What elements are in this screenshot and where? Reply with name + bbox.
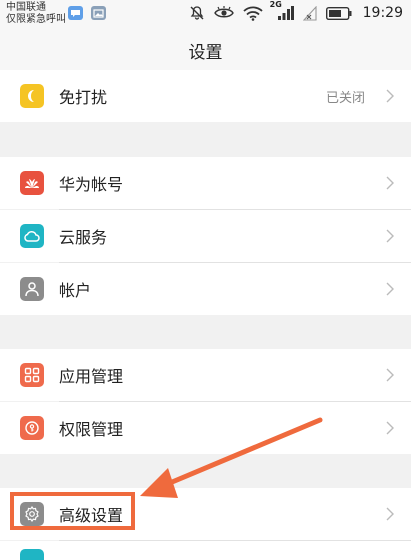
user-icon xyxy=(20,277,44,301)
accounts-label: 帐户 xyxy=(59,281,92,300)
chevron-right-icon xyxy=(386,229,394,243)
permission-management-label: 权限管理 xyxy=(59,420,124,439)
settings-item-permission-management[interactable]: 权限管理 xyxy=(0,402,411,454)
settings-item-partial[interactable] xyxy=(0,541,411,560)
status-bar: 中国联通 仅限紧急呼叫 2G 19:29 xyxy=(0,0,411,30)
settings-item-cloud-service[interactable]: 云服务 xyxy=(0,210,411,262)
no-sim-signal-icon xyxy=(302,5,317,21)
do-not-disturb-status: 已关闭 xyxy=(325,90,365,106)
moon-icon xyxy=(20,84,44,108)
signal-strength-group: 2G xyxy=(270,0,294,21)
clock: 19:29 xyxy=(362,5,403,21)
status-indicators: 2G 19:29 xyxy=(189,0,403,21)
battery-icon xyxy=(325,6,352,20)
key-icon xyxy=(20,416,44,440)
settings-item-do-not-disturb[interactable]: 免打扰 已关闭 xyxy=(0,70,411,122)
carrier-info: 中国联通 仅限紧急呼叫 xyxy=(6,2,66,26)
settings-item-app-management[interactable]: 应用管理 xyxy=(0,349,411,401)
chevron-right-icon xyxy=(386,507,394,521)
app-management-label: 应用管理 xyxy=(59,367,124,386)
partial-teal-icon xyxy=(20,549,44,560)
cloud-service-label: 云服务 xyxy=(59,228,108,247)
grid-icon xyxy=(20,363,44,387)
wifi-icon xyxy=(243,6,263,21)
cloud-icon xyxy=(20,224,44,248)
chevron-right-icon xyxy=(386,421,394,435)
notification-icons xyxy=(68,6,106,20)
page-title: 设置 xyxy=(188,43,223,63)
settings-item-huawei-account[interactable]: 华为帐号 xyxy=(0,157,411,209)
mute-icon xyxy=(190,6,204,20)
chevron-right-icon xyxy=(386,176,394,190)
huawei-logo-icon xyxy=(20,171,44,195)
signal-icon xyxy=(277,6,294,20)
do-not-disturb-label: 免打扰 xyxy=(59,88,108,107)
highlight-box xyxy=(10,492,135,530)
chevron-right-icon xyxy=(386,282,394,296)
settings-item-accounts[interactable]: 帐户 xyxy=(0,263,411,315)
chevron-right-icon xyxy=(386,89,394,103)
eye-comfort-icon xyxy=(213,6,234,18)
chat-notification-icon xyxy=(68,6,83,20)
carrier-name: 中国联通 xyxy=(6,2,46,13)
image-notification-icon xyxy=(91,6,106,20)
huawei-account-label: 华为帐号 xyxy=(59,175,124,194)
emergency-only-text: 仅限紧急呼叫 xyxy=(6,14,66,25)
chevron-right-icon xyxy=(386,368,394,382)
